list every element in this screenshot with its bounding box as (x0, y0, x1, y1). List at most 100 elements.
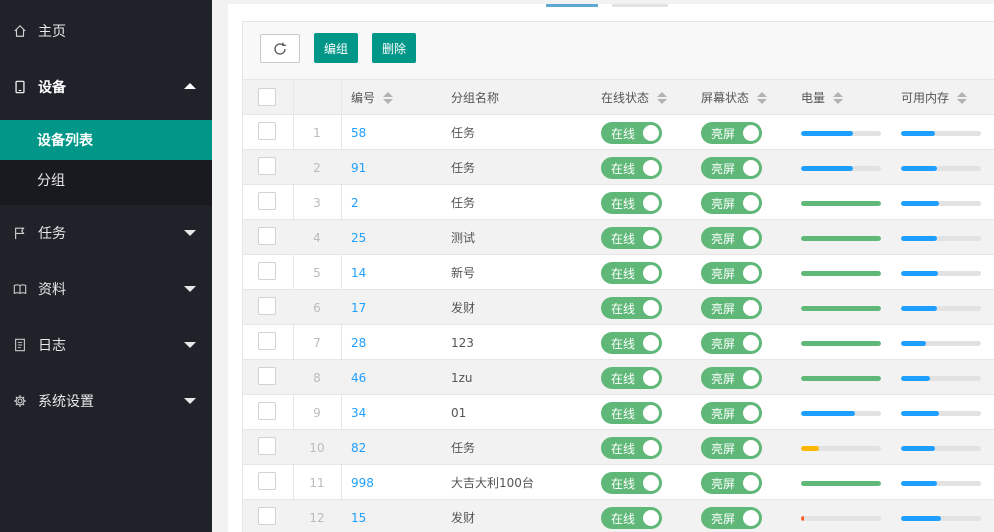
nav-item-devices[interactable]: 设备 (0, 59, 212, 115)
online-status-switch[interactable]: 在线 (601, 402, 662, 424)
table-row[interactable]: 6 17 发财 在线 亮屏 (243, 290, 994, 325)
memory-bar (901, 236, 981, 241)
device-number-link[interactable]: 46 (351, 360, 366, 395)
tab-indicator[interactable] (612, 4, 668, 7)
row-index: 10 (309, 440, 325, 455)
select-all-checkbox[interactable] (258, 88, 276, 106)
sort-icon[interactable] (757, 91, 768, 105)
row-checkbox[interactable] (258, 297, 276, 315)
battery-bar (801, 236, 881, 241)
screen-status-switch[interactable]: 亮屏 (701, 507, 762, 529)
device-number-link[interactable]: 25 (351, 220, 366, 255)
device-number-link[interactable]: 34 (351, 395, 366, 430)
row-index: 2 (313, 160, 321, 175)
table-row[interactable]: 11 998 大吉大利100台 在线 亮屏 (243, 465, 994, 500)
screen-status-switch[interactable]: 亮屏 (701, 122, 762, 144)
device-number-link[interactable]: 58 (351, 115, 366, 150)
col-header-number[interactable]: 编号 (351, 80, 394, 115)
device-number-link[interactable]: 91 (351, 150, 366, 185)
online-status-switch[interactable]: 在线 (601, 157, 662, 179)
tablet-icon (12, 79, 28, 95)
online-status-switch[interactable]: 在线 (601, 367, 662, 389)
row-index: 11 (309, 475, 325, 490)
online-status-switch[interactable]: 在线 (601, 297, 662, 319)
switch-label: 在线 (611, 196, 636, 211)
device-number-link[interactable]: 82 (351, 430, 366, 465)
row-checkbox[interactable] (258, 332, 276, 350)
submenu-item-groups[interactable]: 分组 (0, 160, 212, 200)
row-checkbox[interactable] (258, 507, 276, 525)
row-checkbox[interactable] (258, 192, 276, 210)
row-checkbox[interactable] (258, 402, 276, 420)
nav-label: 日志 (38, 338, 66, 354)
sort-icon[interactable] (383, 91, 394, 105)
device-number-link[interactable]: 14 (351, 255, 366, 290)
online-status-switch[interactable]: 在线 (601, 507, 662, 529)
table-row[interactable]: 1 58 任务 在线 亮屏 (243, 115, 994, 150)
group-name: 任务 (451, 161, 476, 175)
screen-status-switch[interactable]: 亮屏 (701, 227, 762, 249)
table-row[interactable]: 4 25 测试 在线 亮屏 (243, 220, 994, 255)
screen-status-switch[interactable]: 亮屏 (701, 262, 762, 284)
online-status-switch[interactable]: 在线 (601, 472, 662, 494)
row-checkbox[interactable] (258, 157, 276, 175)
device-number-link[interactable]: 15 (351, 500, 366, 532)
row-checkbox[interactable] (258, 367, 276, 385)
online-status-switch[interactable]: 在线 (601, 332, 662, 354)
table-row[interactable]: 8 46 1zu 在线 亮屏 (243, 360, 994, 395)
sort-icon[interactable] (833, 91, 844, 105)
row-checkbox[interactable] (258, 262, 276, 280)
online-status-switch[interactable]: 在线 (601, 227, 662, 249)
table-row[interactable]: 12 15 发财 在线 亮屏 (243, 500, 994, 532)
nav-item-system-settings[interactable]: 系统设置 (0, 373, 212, 429)
battery-fill (801, 446, 820, 451)
screen-status-switch[interactable]: 亮屏 (701, 402, 762, 424)
nav-item-materials[interactable]: 资料 (0, 261, 212, 317)
col-header-memory[interactable]: 可用内存 (901, 80, 968, 115)
header-label: 分组名称 (451, 91, 500, 105)
screen-status-switch[interactable]: 亮屏 (701, 157, 762, 179)
online-status-switch[interactable]: 在线 (601, 122, 662, 144)
device-number-link[interactable]: 998 (351, 465, 374, 500)
memory-fill (901, 131, 936, 136)
table-row[interactable]: 9 34 01 在线 亮屏 (243, 395, 994, 430)
table-row[interactable]: 5 14 新号 在线 亮屏 (243, 255, 994, 290)
nav-item-home[interactable]: 主页 (0, 3, 212, 59)
table-row[interactable]: 10 82 任务 在线 亮屏 (243, 430, 994, 465)
delete-button[interactable]: 删除 (372, 33, 416, 63)
memory-fill (901, 201, 939, 206)
refresh-button[interactable] (260, 34, 300, 63)
online-status-switch[interactable]: 在线 (601, 437, 662, 459)
screen-status-switch[interactable]: 亮屏 (701, 472, 762, 494)
col-header-screen[interactable]: 屏幕状态 (701, 80, 768, 115)
online-status-switch[interactable]: 在线 (601, 262, 662, 284)
online-status-switch[interactable]: 在线 (601, 192, 662, 214)
battery-bar (801, 376, 881, 381)
table-row[interactable]: 3 2 任务 在线 亮屏 (243, 185, 994, 220)
nav-item-logs[interactable]: 日志 (0, 317, 212, 373)
col-header-online[interactable]: 在线状态 (601, 80, 668, 115)
screen-status-switch[interactable]: 亮屏 (701, 437, 762, 459)
device-number-link[interactable]: 28 (351, 325, 366, 360)
device-number-link[interactable]: 2 (351, 185, 359, 220)
memory-fill (901, 376, 930, 381)
row-checkbox[interactable] (258, 472, 276, 490)
screen-status-switch[interactable]: 亮屏 (701, 297, 762, 319)
screen-status-switch[interactable]: 亮屏 (701, 192, 762, 214)
device-number-link[interactable]: 17 (351, 290, 366, 325)
row-checkbox[interactable] (258, 122, 276, 140)
tab-indicator-active[interactable] (546, 4, 598, 7)
group-button[interactable]: 编组 (314, 33, 358, 63)
sort-icon[interactable] (957, 91, 968, 105)
screen-status-switch[interactable]: 亮屏 (701, 332, 762, 354)
sort-icon[interactable] (657, 91, 668, 105)
table-row[interactable]: 7 28 123 在线 亮屏 (243, 325, 994, 360)
submenu-item-device-list[interactable]: 设备列表 (0, 120, 212, 160)
nav-item-tasks[interactable]: 任务 (0, 205, 212, 261)
row-checkbox[interactable] (258, 437, 276, 455)
screen-status-switch[interactable]: 亮屏 (701, 367, 762, 389)
table-row[interactable]: 2 91 任务 在线 亮屏 (243, 150, 994, 185)
row-checkbox[interactable] (258, 227, 276, 245)
header-label: 编号 (351, 91, 376, 105)
col-header-battery[interactable]: 电量 (801, 80, 844, 115)
